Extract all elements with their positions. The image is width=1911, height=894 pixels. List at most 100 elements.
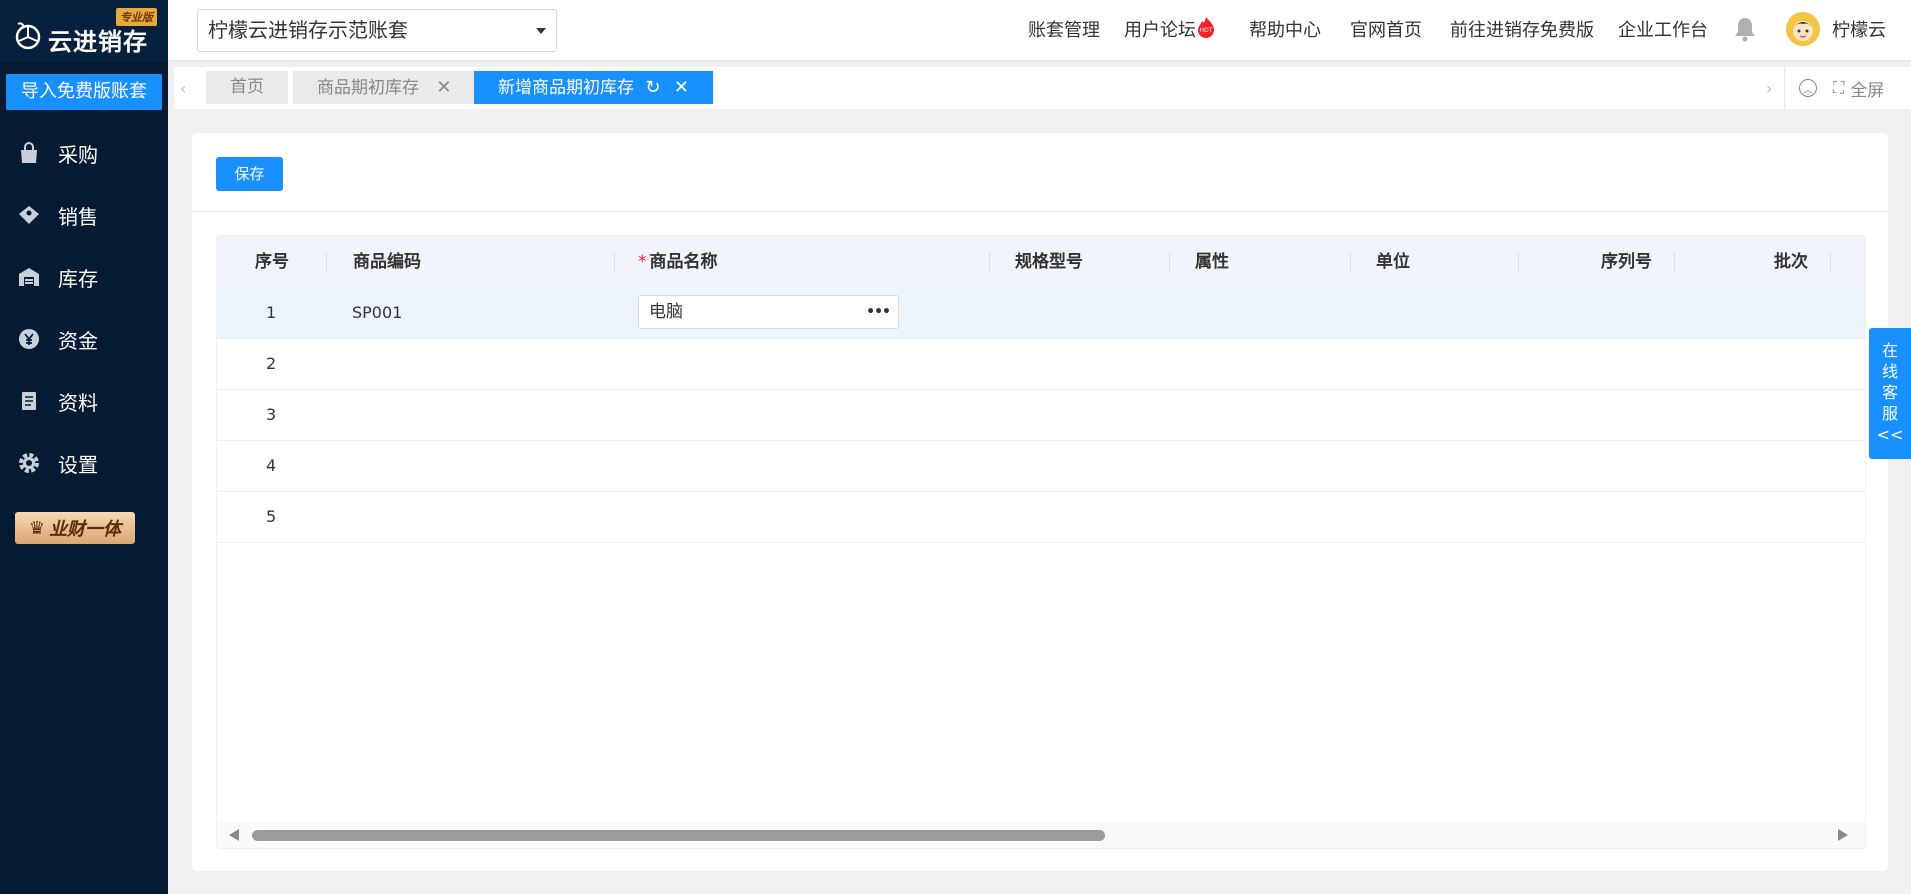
column-divider[interactable] [326,252,327,272]
fullscreen-label[interactable]: 全屏 [1850,76,1884,101]
divider [192,211,1888,212]
tab-opening-inventory[interactable]: 商品期初库存 ✕ [293,71,476,104]
official-website-link[interactable]: 官网首页 [1350,16,1422,42]
user-forum-link[interactable]: 用户论坛 [1124,16,1196,42]
table-header: 序号 商品编码 * 商品名称 规格型号 属性 单位 序列号 批次 [217,236,1865,288]
avatar[interactable] [1786,12,1820,46]
save-button[interactable]: 保存 [216,157,283,191]
table-row[interactable]: 2 [217,339,1865,390]
bag-icon [16,140,42,166]
sidebar-item-label: 采购 [58,142,98,167]
table-row[interactable]: 1 SP001 电脑 ••• [217,288,1865,339]
opening-inventory-table: 序号 商品编码 * 商品名称 规格型号 属性 单位 序列号 批次 1 SP001 … [216,235,1866,849]
caret-down-icon [536,28,546,34]
column-divider[interactable] [614,252,615,272]
scrollbar-thumb[interactable] [252,830,1105,841]
edition-badge: 专业版 [116,8,157,26]
refresh-icon[interactable]: ↻ [645,71,660,104]
product-name-value: 电脑 [649,302,683,322]
enterprise-workbench-link[interactable]: 企业工作台 [1618,16,1708,42]
vip-badge-label: 业财一体 [49,519,122,540]
gear-icon [16,450,42,476]
sidebar: 云进销存 专业版 导入免费版账套 采购 销售 库存 资金 资料 设置 ♛ 业财一… [0,0,168,894]
sidebar-item-inventory[interactable]: 库存 [0,255,168,299]
document-icon [16,388,42,414]
close-icon[interactable]: ✕ [674,71,689,104]
cell-seq: 4 [266,456,277,475]
column-divider[interactable] [1169,252,1170,272]
online-service-button[interactable]: 在 线 客 服 << [1869,328,1911,459]
column-divider[interactable] [1350,252,1351,272]
logo-text: 云进销存 [48,28,148,56]
cell-seq: 3 [266,405,277,424]
tab-home[interactable]: 首页 [206,71,288,104]
cell-seq: 1 [266,303,277,322]
import-free-account-button[interactable]: 导入免费版账套 [6,74,162,110]
sidebar-item-settings[interactable]: 设置 [0,441,168,485]
service-char: 在 [1881,341,1898,360]
service-char: 线 [1881,362,1898,381]
bell-icon[interactable] [1732,15,1758,43]
hot-flame-icon: HOT [1198,17,1214,38]
collapse-up-icon[interactable]: ︿ [1799,79,1817,97]
table-row[interactable]: 4 [217,441,1865,492]
fullscreen-icon[interactable]: ⛶ [1833,78,1844,98]
sidebar-item-label: 资金 [58,328,98,353]
column-divider[interactable] [989,252,990,272]
help-center-link[interactable]: 帮助中心 [1249,16,1321,42]
yen-icon [16,326,42,352]
tab-label: 新增商品期初库存 [498,78,634,98]
column-header-attr: 属性 [1195,252,1229,272]
table-row[interactable]: 3 [217,390,1865,441]
column-header-spec: 规格型号 [1015,252,1083,272]
table-row[interactable]: 5 [217,492,1865,543]
account-set-select[interactable]: 柠檬云进销存示范账套 [197,9,557,52]
service-char: 客 [1881,383,1898,402]
tab-new-opening-inventory[interactable]: 新增商品期初库存 ↻ ✕ [474,71,713,104]
column-header-unit: 单位 [1376,252,1410,272]
scroll-left-arrow-icon[interactable] [229,829,239,841]
chevron-right-icon[interactable]: › [1766,79,1772,98]
sidebar-item-label: 库存 [58,266,98,291]
top-bar: 柠檬云进销存示范账套 账套管理 用户论坛 HOT 帮助中心 官网首页 前往进销存… [168,0,1911,61]
sales-tag-icon [16,202,42,228]
column-divider[interactable] [1830,252,1831,272]
tab-bar-tools: ︿ ⛶ 全屏 [1784,67,1911,109]
free-version-link[interactable]: 前往进销存免费版 [1450,16,1594,42]
sidebar-item-purchase[interactable]: 采购 [0,131,168,175]
column-header-name-label: 商品名称 [649,252,718,272]
column-header-serial: 序列号 [1601,252,1652,272]
main-panel: 保存 序号 商品编码 * 商品名称 规格型号 属性 单位 序列号 批次 1 SP0… [192,133,1888,871]
close-icon[interactable]: ✕ [436,71,451,104]
column-header-seq: 序号 [255,252,289,272]
hot-badge-text: HOT [1200,28,1213,34]
sidebar-item-data[interactable]: 资料 [0,379,168,423]
account-set-value: 柠檬云进销存示范账套 [208,18,408,42]
more-dots-icon[interactable]: ••• [866,296,891,328]
column-divider[interactable] [1518,252,1519,272]
sidebar-item-label: 销售 [58,204,98,229]
product-name-input[interactable]: 电脑 ••• [638,295,899,329]
warehouse-icon [16,264,42,290]
vip-business-finance-badge[interactable]: ♛ 业财一体 [15,512,135,544]
required-mark: * [638,252,647,272]
sidebar-item-label: 资料 [58,390,98,415]
horizontal-scrollbar[interactable] [217,822,1865,848]
cell-code[interactable]: SP001 [352,288,402,338]
column-header-code: 商品编码 [353,252,421,272]
column-header-batch: 批次 [1774,252,1808,272]
scroll-right-arrow-icon[interactable] [1838,829,1848,841]
chevron-left-icon[interactable]: ‹ [180,79,186,98]
tab-label: 首页 [230,77,264,97]
app-logo[interactable]: 云进销存 专业版 [0,0,168,62]
user-name[interactable]: 柠檬云 [1832,16,1886,42]
service-char: 服 [1881,404,1898,423]
sidebar-item-label: 设置 [58,452,98,477]
account-management-link[interactable]: 账套管理 [1028,16,1100,42]
column-divider[interactable] [1674,252,1675,272]
crown-icon: ♛ [28,517,46,539]
sidebar-item-sales[interactable]: 销售 [0,193,168,237]
lemon-logo-icon [15,22,41,50]
tab-bar: ‹ 首页 商品期初库存 ✕ 新增商品期初库存 ↻ ✕ › ︿ ⛶ 全屏 [174,67,1911,109]
sidebar-item-funds[interactable]: 资金 [0,317,168,361]
